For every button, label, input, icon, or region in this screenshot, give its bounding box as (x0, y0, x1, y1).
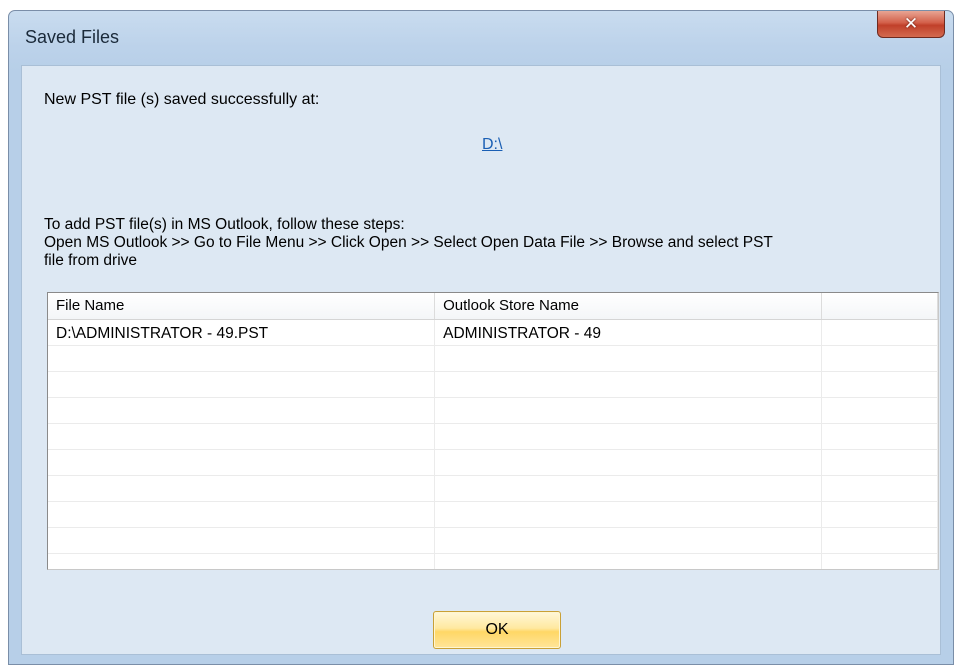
file-name-cell (48, 450, 436, 475)
table-row[interactable] (48, 502, 938, 528)
outlook-store-name-cell (435, 554, 823, 569)
table-row[interactable] (48, 346, 938, 372)
extra-cell (822, 450, 938, 475)
outlook-store-name-cell (435, 424, 823, 449)
title-bar[interactable]: Saved Files ✕ (9, 11, 953, 67)
file-name-cell (48, 372, 436, 397)
extra-cell (822, 554, 938, 569)
extra-cell (822, 398, 938, 423)
extra-cell (822, 320, 938, 345)
outlook-store-name-cell (435, 398, 823, 423)
file-name-cell (48, 502, 436, 527)
extra-cell (822, 372, 938, 397)
table-row[interactable] (48, 554, 938, 569)
ok-button[interactable]: OK (433, 611, 561, 649)
saved-files-table[interactable]: File Name Outlook Store Name D:\ADMINIST… (47, 292, 939, 570)
column-header-empty[interactable] (822, 293, 938, 319)
instructions-line-1: To add PST file(s) in MS Outlook, follow… (44, 216, 405, 233)
file-name-cell (48, 398, 436, 423)
dialog-title: Saved Files (25, 27, 120, 47)
saved-message: New PST file (s) saved successfully at: (44, 91, 320, 108)
column-header-outlook-store-name[interactable]: Outlook Store Name (435, 293, 823, 319)
saved-files-dialog: Saved Files ✕ New PST file (s) saved suc… (8, 10, 954, 665)
file-name-cell (48, 424, 436, 449)
file-name-cell (48, 554, 436, 569)
outlook-store-name-cell (435, 372, 823, 397)
file-name-cell (48, 346, 436, 371)
instructions: To add PST file(s) in MS Outlook, follow… (44, 216, 924, 270)
table-row[interactable] (48, 398, 938, 424)
instructions-line-2: Open MS Outlook >> Go to File Menu >> Cl… (44, 234, 773, 251)
file-name-cell (48, 528, 436, 553)
table-row[interactable]: D:\ADMINISTRATOR - 49.PST ADMINISTRATOR -… (48, 320, 938, 346)
extra-cell (822, 528, 938, 553)
file-name-cell: D:\ADMINISTRATOR - 49.PST (48, 320, 436, 345)
dialog-body: New PST file (s) saved successfully at: … (21, 65, 941, 655)
outlook-store-name-cell (435, 346, 823, 371)
outlook-store-name-cell: ADMINISTRATOR - 49 (435, 320, 823, 345)
file-name-cell (48, 476, 436, 501)
extra-cell (822, 346, 938, 371)
outlook-store-name-cell (435, 476, 823, 501)
saved-path-link[interactable]: D:\ (482, 136, 502, 154)
extra-cell (822, 424, 938, 449)
outlook-store-name-cell (435, 528, 823, 553)
table-body: D:\ADMINISTRATOR - 49.PST ADMINISTRATOR -… (48, 320, 938, 569)
table-row[interactable] (48, 528, 938, 554)
extra-cell (822, 502, 938, 527)
table-header: File Name Outlook Store Name (48, 293, 938, 320)
instructions-line-3: file from drive (44, 252, 138, 269)
outlook-store-name-cell (435, 450, 823, 475)
column-header-file-name[interactable]: File Name (48, 293, 436, 319)
close-button[interactable]: ✕ (877, 11, 945, 38)
outlook-store-name-cell (435, 502, 823, 527)
close-icon: ✕ (903, 13, 919, 34)
extra-cell (822, 476, 938, 501)
table-row[interactable] (48, 372, 938, 398)
table-row[interactable] (48, 450, 938, 476)
table-row[interactable] (48, 424, 938, 450)
table-row[interactable] (48, 476, 938, 502)
